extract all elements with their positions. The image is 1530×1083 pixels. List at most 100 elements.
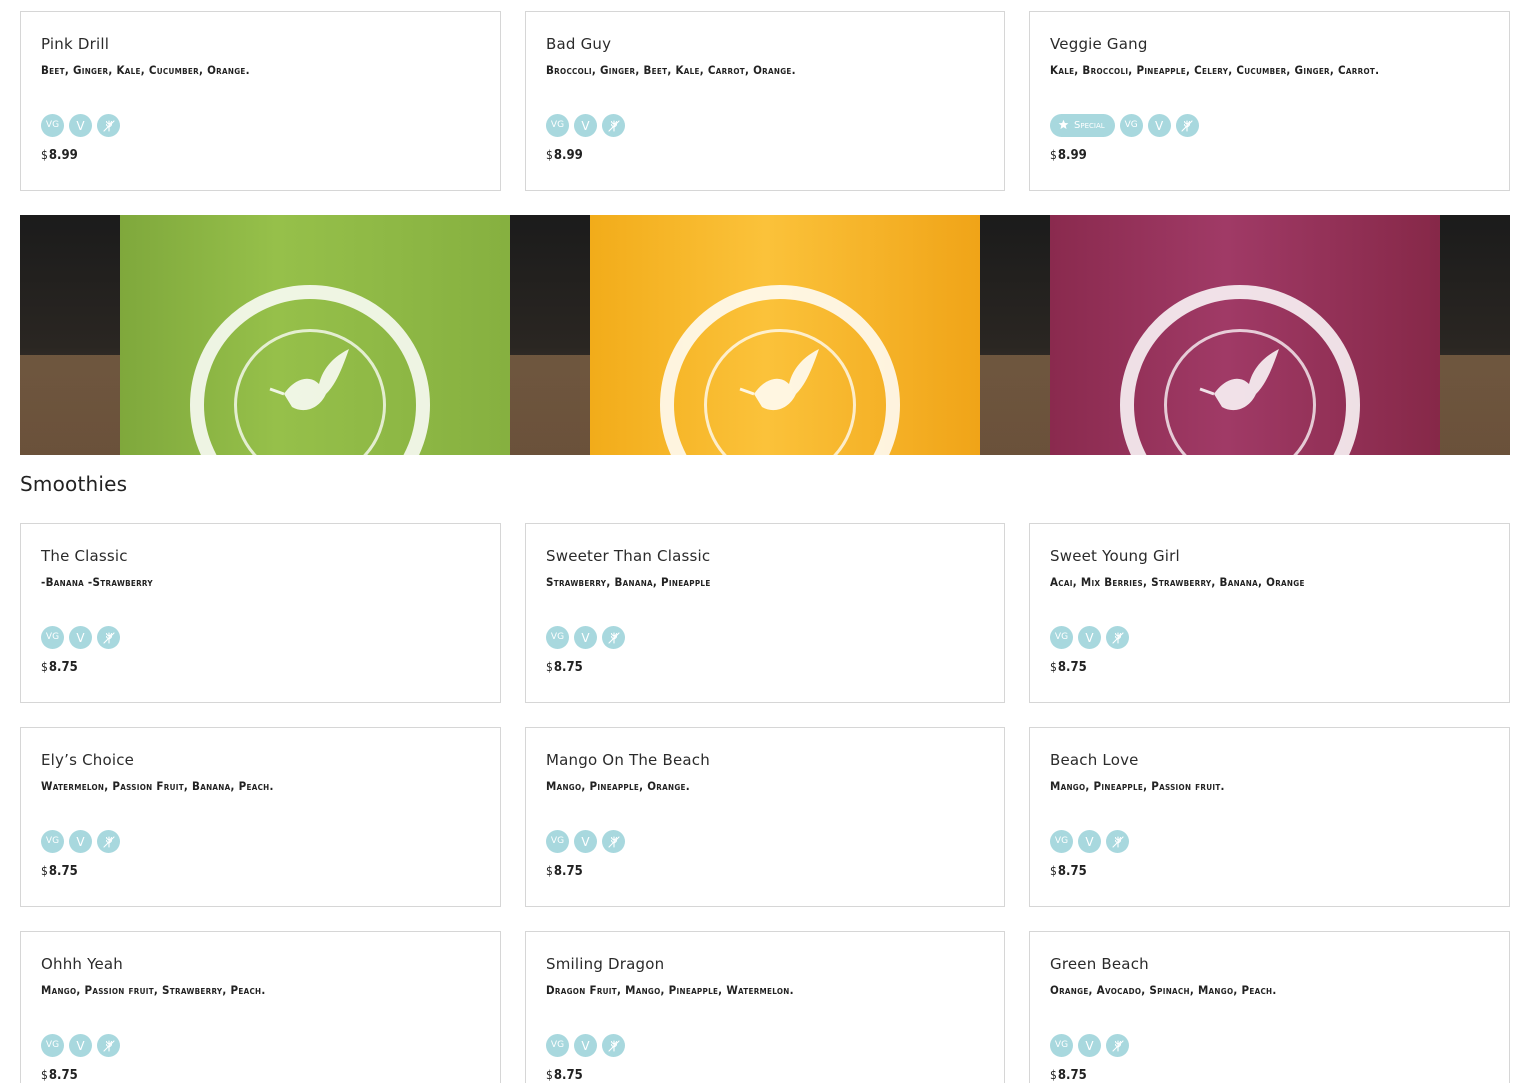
menu-item-description: -Banana -Strawberry xyxy=(41,575,153,589)
vegetarian-badge: V xyxy=(69,1034,92,1057)
menu-item-price: $8.75 xyxy=(546,1068,583,1083)
vegetarian-badge: V xyxy=(1147,114,1171,137)
menu-item-price: $8.99 xyxy=(546,148,583,163)
hummingbird-icon xyxy=(269,349,349,411)
vegan-badge: VG xyxy=(41,114,64,137)
hummingbird-icon xyxy=(739,349,819,411)
boost-logo-seal xyxy=(660,285,900,455)
dietary-badges: VG V xyxy=(41,830,120,853)
menu-item-price: $8.75 xyxy=(1050,1068,1087,1083)
menu-item-description: Mango, Pineapple, Passion fruit. xyxy=(1050,779,1225,793)
vegetarian-badge: V xyxy=(1078,1034,1101,1057)
menu-item-card[interactable]: Green Beach Orange, Avocado, Spinach, Ma… xyxy=(1029,931,1510,1083)
boost-logo-seal xyxy=(190,285,430,455)
menu-item-price: $8.99 xyxy=(41,148,78,163)
menu-item-card[interactable]: Pink Drill Beet, Ginger, Kale, Cucumber,… xyxy=(20,11,501,191)
gluten-free-icon xyxy=(97,830,120,853)
gluten-free-icon xyxy=(602,830,625,853)
gluten-free-icon xyxy=(602,114,625,137)
vegan-badge: VG xyxy=(1119,114,1143,137)
vegan-badge: VG xyxy=(41,830,64,853)
price-amount: 8.99 xyxy=(48,148,78,163)
menu-item-price: $8.75 xyxy=(546,660,583,675)
menu-item-card[interactable]: Sweet Young Girl Acai, Mix Berries, Stra… xyxy=(1029,523,1510,703)
yellow-smoothie-cup xyxy=(590,215,980,455)
menu-item-description: Strawberry, Banana, Pineapple xyxy=(546,575,711,589)
price-amount: 8.75 xyxy=(1057,660,1087,675)
vegan-badge: VG xyxy=(546,1034,569,1057)
menu-item-card[interactable]: Veggie Gang Kale, Broccoli, Pineapple, C… xyxy=(1029,11,1510,191)
menu-item-name: Smiling Dragon xyxy=(546,955,665,973)
currency-symbol: $ xyxy=(546,864,553,878)
menu-item-card[interactable]: Ely’s Choice Watermelon, Passion Fruit, … xyxy=(20,727,501,907)
vegetarian-badge: V xyxy=(69,626,92,649)
price-amount: 8.75 xyxy=(553,660,583,675)
gluten-free-icon xyxy=(1106,626,1129,649)
dietary-badges: Special VG V xyxy=(1050,114,1199,137)
menu-item-card[interactable]: The Classic -Banana -Strawberry VG V $8.7… xyxy=(20,523,501,703)
vegan-badge: VG xyxy=(546,830,569,853)
menu-item-name: The Classic xyxy=(41,547,128,565)
menu-item-card[interactable]: Sweeter Than Classic Strawberry, Banana,… xyxy=(525,523,1005,703)
menu-item-card[interactable]: Ohhh Yeah Mango, Passion fruit, Strawber… xyxy=(20,931,501,1083)
price-amount: 8.99 xyxy=(553,148,583,163)
special-badge-label: Special xyxy=(1074,120,1105,131)
vegetarian-badge: V xyxy=(574,626,597,649)
vegetarian-badge: V xyxy=(69,830,92,853)
dietary-badges: VG V xyxy=(1050,1034,1129,1057)
gluten-free-icon xyxy=(97,1034,120,1057)
currency-symbol: $ xyxy=(41,864,48,878)
vegetarian-badge: V xyxy=(1078,830,1101,853)
menu-item-price: $8.75 xyxy=(1050,660,1087,675)
currency-symbol: $ xyxy=(1050,864,1057,878)
vegan-badge: VG xyxy=(546,626,569,649)
boost-logo-seal xyxy=(1120,285,1360,455)
currency-symbol: $ xyxy=(1050,660,1057,674)
gluten-free-icon xyxy=(602,626,625,649)
hummingbird-icon xyxy=(1199,349,1279,411)
dietary-badges: VG V xyxy=(1050,626,1129,649)
vegetarian-badge: V xyxy=(574,830,597,853)
gluten-free-icon xyxy=(1106,830,1129,853)
menu-item-card[interactable]: Smiling Dragon Dragon Fruit, Mango, Pine… xyxy=(525,931,1005,1083)
menu-item-description: Acai, Mix Berries, Strawberry, Banana, O… xyxy=(1050,575,1305,589)
gluten-free-icon xyxy=(602,1034,625,1057)
menu-item-name: Veggie Gang xyxy=(1050,35,1148,53)
dietary-badges: VG V xyxy=(546,114,625,137)
menu-item-price: $8.75 xyxy=(1050,864,1087,879)
menu-item-price: $8.99 xyxy=(1050,148,1087,163)
menu-item-name: Pink Drill xyxy=(41,35,110,53)
menu-item-name: Mango On The Beach xyxy=(546,751,710,769)
currency-symbol: $ xyxy=(41,148,48,162)
price-amount: 8.75 xyxy=(553,1068,583,1083)
menu-item-price: $8.75 xyxy=(41,864,78,879)
vegan-badge: VG xyxy=(1050,626,1073,649)
menu-item-name: Sweeter Than Classic xyxy=(546,547,711,565)
price-amount: 8.75 xyxy=(48,660,78,675)
vegan-badge: VG xyxy=(546,114,569,137)
menu-item-description: Beet, Ginger, Kale, Cucumber, Orange. xyxy=(41,63,250,77)
vegan-badge: VG xyxy=(41,1034,64,1057)
menu-item-description: Mango, Passion fruit, Strawberry, Peach. xyxy=(41,983,266,997)
menu-item-description: Kale, Broccoli, Pineapple, Celery, Cucum… xyxy=(1050,63,1380,77)
gluten-free-icon xyxy=(97,114,120,137)
menu-item-card[interactable]: Bad Guy Broccoli, Ginger, Beet, Kale, Ca… xyxy=(525,11,1005,191)
vegetarian-badge: V xyxy=(69,114,92,137)
vegetarian-badge: V xyxy=(574,1034,597,1057)
currency-symbol: $ xyxy=(41,660,48,674)
menu-item-name: Ely’s Choice xyxy=(41,751,135,769)
menu-item-name: Green Beach xyxy=(1050,955,1149,973)
smoothies-banner-image xyxy=(20,215,1510,455)
menu-item-card[interactable]: Mango On The Beach Mango, Pineapple, Ora… xyxy=(525,727,1005,907)
menu-item-card[interactable]: Beach Love Mango, Pineapple, Passion fru… xyxy=(1029,727,1510,907)
currency-symbol: $ xyxy=(1050,148,1057,162)
juice-grid: Pink Drill Beet, Ginger, Kale, Cucumber,… xyxy=(20,11,1510,191)
vegetarian-badge: V xyxy=(574,114,597,137)
menu-item-price: $8.75 xyxy=(546,864,583,879)
menu-item-name: Beach Love xyxy=(1050,751,1139,769)
currency-symbol: $ xyxy=(546,148,553,162)
dietary-badges: VG V xyxy=(41,626,120,649)
price-amount: 8.75 xyxy=(553,864,583,879)
menu-item-description: Watermelon, Passion Fruit, Banana, Peach… xyxy=(41,779,274,793)
menu-page: Pink Drill Beet, Ginger, Kale, Cucumber,… xyxy=(0,0,1530,1083)
